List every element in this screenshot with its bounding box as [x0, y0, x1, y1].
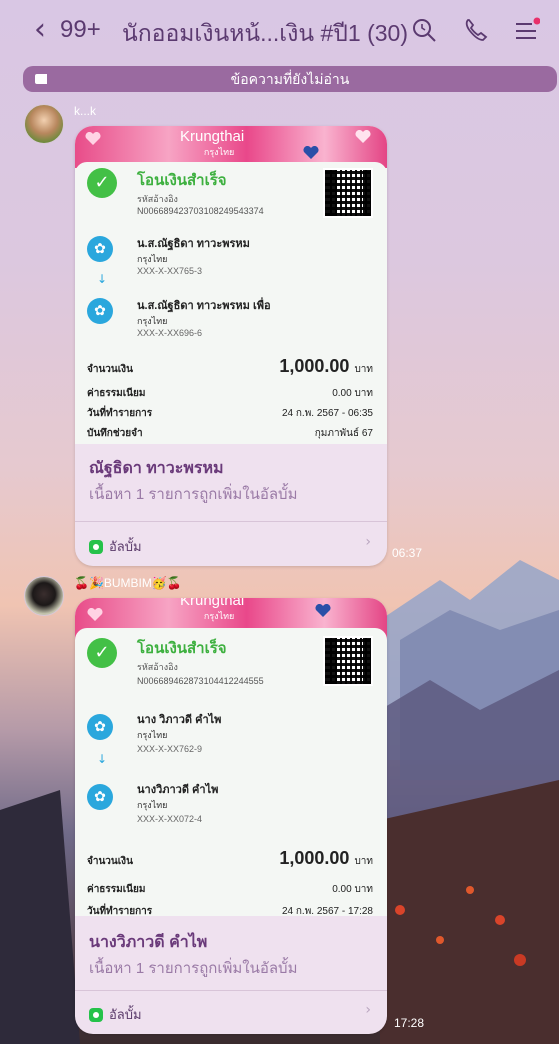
sender-bank: กรุงไทย [137, 730, 168, 740]
krungthai-icon: ✿ [87, 714, 113, 740]
receiver-account-name: น.ส.ณัฐธิดา ทาวะพรหม เพื่อ [137, 300, 271, 312]
chat-title[interactable]: นักออมเงินหน้...เงิน #ปี1 (30) [122, 16, 408, 52]
amount-label: จำนวนเงิน [87, 856, 133, 867]
ref-number: N006689423703108249543374 [137, 206, 264, 216]
bank-name-th: กรุงไทย [203, 147, 235, 157]
receiver-account: XXX-X-XX696-6 [137, 328, 203, 338]
check-icon: ✓ [87, 168, 117, 198]
arrow-down-icon: ↓ [97, 752, 108, 766]
unread-messages-bar[interactable]: ข้อความที่ยังไม่อ่าน [23, 66, 557, 92]
search-icon[interactable] [410, 16, 438, 44]
heart-icon [355, 130, 371, 143]
divider [75, 521, 387, 522]
krungthai-icon: ✿ [87, 784, 113, 810]
album-link[interactable]: อัลบั้ม [89, 536, 142, 557]
sender-name: k...k [74, 104, 97, 118]
album-icon [89, 1007, 103, 1022]
sender-name: 🍒🎉BUMBIM🥳🍒 [74, 576, 182, 590]
amount-unit: บาท [354, 364, 373, 375]
message-time: 06:37 [392, 546, 423, 560]
amount-value: 1,000.00 บาท [279, 848, 373, 869]
message-time: 17:28 [394, 1016, 425, 1030]
bank-name-th: กรุงไทย [203, 611, 235, 621]
album-message-card[interactable]: Krungthai กรุงไทย ✓ โอนเงินสำเร็จ รหัสอ้… [75, 598, 387, 1034]
memo-value: กุมภาพันธ์ 67 [314, 428, 373, 439]
heart-icon [315, 604, 331, 617]
album-title: นางวิภาวดี คำไพ [89, 934, 208, 951]
bank-name: Krungthai [180, 598, 245, 609]
chevron-right-icon[interactable]: › [365, 1002, 371, 1018]
unread-count[interactable]: 99+ [60, 16, 101, 44]
qr-code-icon [323, 636, 373, 686]
album-link[interactable]: อัลบั้ม [89, 1004, 142, 1025]
sender-account: XXX-X-XX765-3 [137, 266, 203, 276]
amount-number: 1,000.00 [279, 848, 350, 868]
unread-bar-label: ข้อความที่ยังไม่อ่าน [230, 71, 350, 87]
fee-value: 0.00 บาท [332, 884, 373, 895]
receiver-account: XXX-X-XX072-4 [137, 814, 203, 824]
receiver-bank: กรุงไทย [137, 800, 168, 810]
receiver-bank: กรุงไทย [137, 316, 168, 326]
avatar[interactable] [24, 576, 64, 616]
qr-code-icon [323, 168, 373, 218]
fee-label: ค่าธรรมเนียม [87, 388, 146, 399]
bank-logo: Krungthai กรุงไทย [180, 128, 244, 159]
heart-icon [303, 146, 319, 159]
back-icon[interactable]: ‹ [34, 12, 46, 47]
krungthai-icon: ✿ [87, 298, 113, 324]
krungthai-icon: ✿ [87, 236, 113, 262]
amount-unit: บาท [354, 856, 373, 867]
date-value: 24 ก.พ. 2567 - 17:28 [281, 906, 373, 916]
tag-icon [35, 74, 47, 84]
check-icon: ✓ [87, 638, 117, 668]
sender-bank: กรุงไทย [137, 254, 168, 264]
fee-value: 0.00 บาท [332, 388, 373, 399]
menu-icon[interactable] [512, 16, 540, 44]
heart-icon [85, 132, 101, 145]
divider [75, 990, 387, 991]
transfer-slip-image[interactable]: Krungthai กรุงไทย ✓ โอนเงินสำเร็จ รหัสอ้… [75, 126, 387, 444]
ref-label: รหัสอ้างอิง [137, 662, 178, 672]
amount-value: 1,000.00 บาท [279, 356, 373, 377]
heart-icon [87, 608, 103, 621]
album-link-label: อัลบั้ม [109, 1007, 142, 1022]
date-value: 24 ก.พ. 2567 - 06:35 [281, 408, 373, 419]
fee-label: ค่าธรรมเนียม [87, 884, 146, 895]
ref-number: N006689462873104412244555 [137, 676, 264, 686]
date-label: วันที่ทำรายการ [87, 906, 153, 916]
chevron-right-icon[interactable]: › [365, 534, 371, 550]
date-label: วันที่ทำรายการ [87, 408, 153, 419]
arrow-down-icon: ↓ [97, 272, 108, 286]
transfer-status: โอนเงินสำเร็จ [137, 172, 227, 189]
memo-label: บันทึกช่วยจำ [87, 428, 143, 439]
album-subtitle: เนื้อหา 1 รายการถูกเพิ่มในอัลบั้ม [89, 486, 298, 503]
bank-name: Krungthai [180, 128, 245, 145]
sender-account: XXX-X-XX762-9 [137, 744, 203, 754]
bank-logo: Krungthai กรุงไทย [180, 598, 244, 623]
slip-body: ✓ โอนเงินสำเร็จ รหัสอ้างอิง N00668942370… [75, 162, 387, 444]
transfer-slip-image[interactable]: Krungthai กรุงไทย ✓ โอนเงินสำเร็จ รหัสอ้… [75, 598, 387, 916]
chat-header: ‹ 99+ นักออมเงินหน้...เงิน #ปี1 (30) [0, 0, 559, 60]
album-icon [89, 539, 103, 554]
transfer-status: โอนเงินสำเร็จ [137, 640, 227, 657]
receiver-account-name: นางวิภาวดี คำไพ [137, 784, 219, 796]
amount-number: 1,000.00 [279, 356, 350, 376]
slip-body: ✓ โอนเงินสำเร็จ รหัสอ้างอิง N00668946287… [75, 628, 387, 916]
amount-label: จำนวนเงิน [87, 364, 133, 375]
ref-label: รหัสอ้างอิง [137, 194, 178, 204]
album-title: ณัฐธิดา ทาวะพรหม [89, 460, 224, 477]
sender-account-name: น.ส.ณัฐธิดา ทาวะพรหม [137, 238, 250, 250]
album-link-label: อัลบั้ม [109, 539, 142, 554]
avatar[interactable] [24, 104, 64, 144]
album-message-card[interactable]: Krungthai กรุงไทย ✓ โอนเงินสำเร็จ รหัสอ้… [75, 126, 387, 566]
album-subtitle: เนื้อหา 1 รายการถูกเพิ่มในอัลบั้ม [89, 960, 298, 977]
sender-account-name: นาง วิภาวดี คำไพ [137, 714, 222, 726]
phone-icon[interactable] [462, 16, 490, 44]
